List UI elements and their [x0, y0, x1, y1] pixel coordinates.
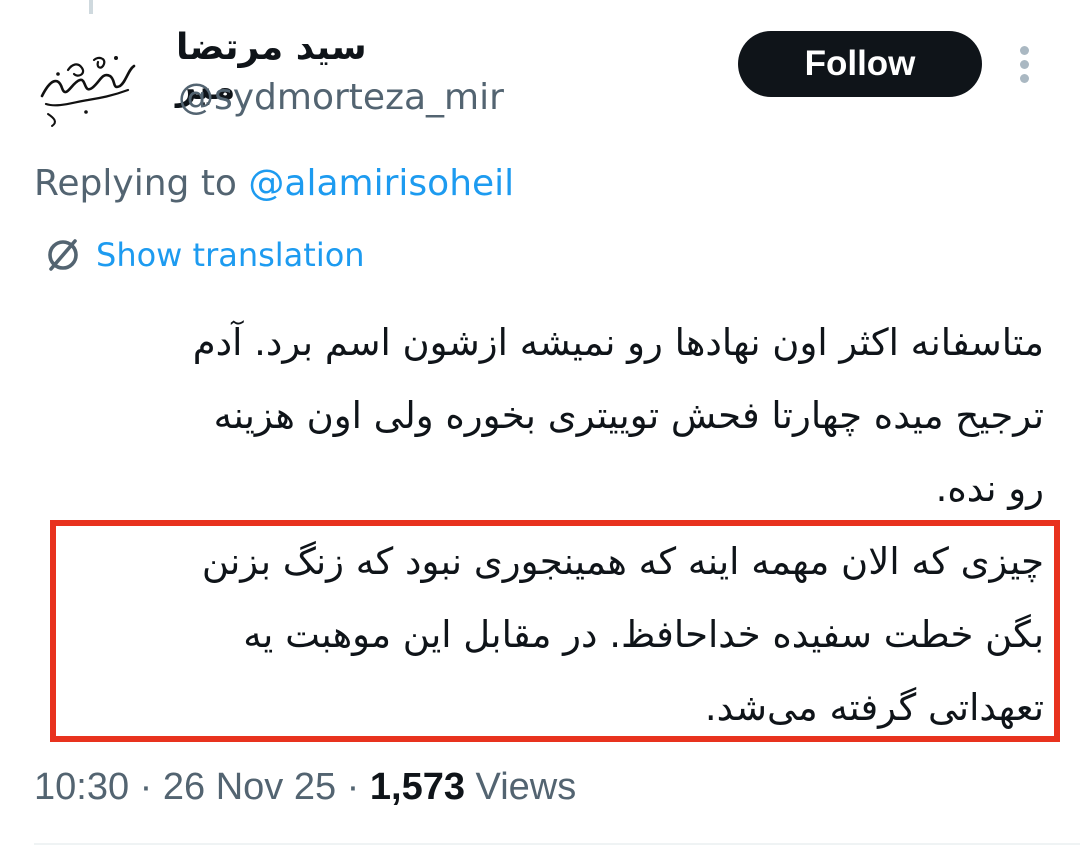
- meta-separator: ·: [346, 766, 360, 808]
- tweet-text-line: چیزی که الان مهمه اینه که همینجوری نبود …: [201, 540, 1044, 583]
- thread-connector-line: [89, 0, 93, 14]
- views-label: Views: [475, 766, 577, 808]
- tweet-paragraph-2: چیزی که الان مهمه اینه که همینجوری نبود …: [44, 525, 1044, 744]
- tweet-text-line: ترجیح میده چهارتا فحش توییتری بخوره ولی …: [213, 394, 1044, 437]
- tweet-text-line: رو نده.: [935, 467, 1044, 510]
- more-vertical-icon[interactable]: [1010, 42, 1040, 86]
- follow-button[interactable]: Follow: [738, 31, 982, 97]
- show-translation-label: Show translation: [96, 236, 365, 274]
- tweet-metadata: 10:30 · 26 Nov 25 · 1,573 Views: [34, 762, 576, 812]
- author-handle[interactable]: @sydmorteza_mir: [178, 76, 504, 120]
- tweet-text-line: تعهداتی گرفته می‌شد.: [704, 686, 1044, 729]
- tweet-text: متاسفانه اکثر اون نهادها رو نمیشه ازشون …: [44, 306, 1044, 744]
- tweet-text-line: بگن خطت سفیده خداحافظ. در مقابل این موهب…: [243, 613, 1044, 656]
- tweet-date[interactable]: 26 Nov 25: [163, 766, 336, 808]
- meta-separator: ·: [139, 766, 153, 808]
- divider: [34, 843, 1080, 845]
- views-count: 1,573: [369, 766, 465, 808]
- avatar[interactable]: [28, 30, 146, 148]
- globe-icon: [48, 239, 78, 271]
- replying-prefix: Replying to: [34, 163, 237, 204]
- show-translation-link[interactable]: Show translation: [44, 232, 365, 278]
- replying-to-line: Replying to @alamirisoheil: [34, 162, 514, 206]
- replying-to-mention-link[interactable]: @alamirisoheil: [248, 163, 514, 204]
- signature-logo: [40, 56, 136, 127]
- tweet-text-line: متاسفانه اکثر اون نهادها رو نمیشه ازشون …: [192, 321, 1044, 364]
- tweet-time[interactable]: 10:30: [34, 766, 129, 808]
- tweet-paragraph-1: متاسفانه اکثر اون نهادها رو نمیشه ازشون …: [44, 306, 1044, 525]
